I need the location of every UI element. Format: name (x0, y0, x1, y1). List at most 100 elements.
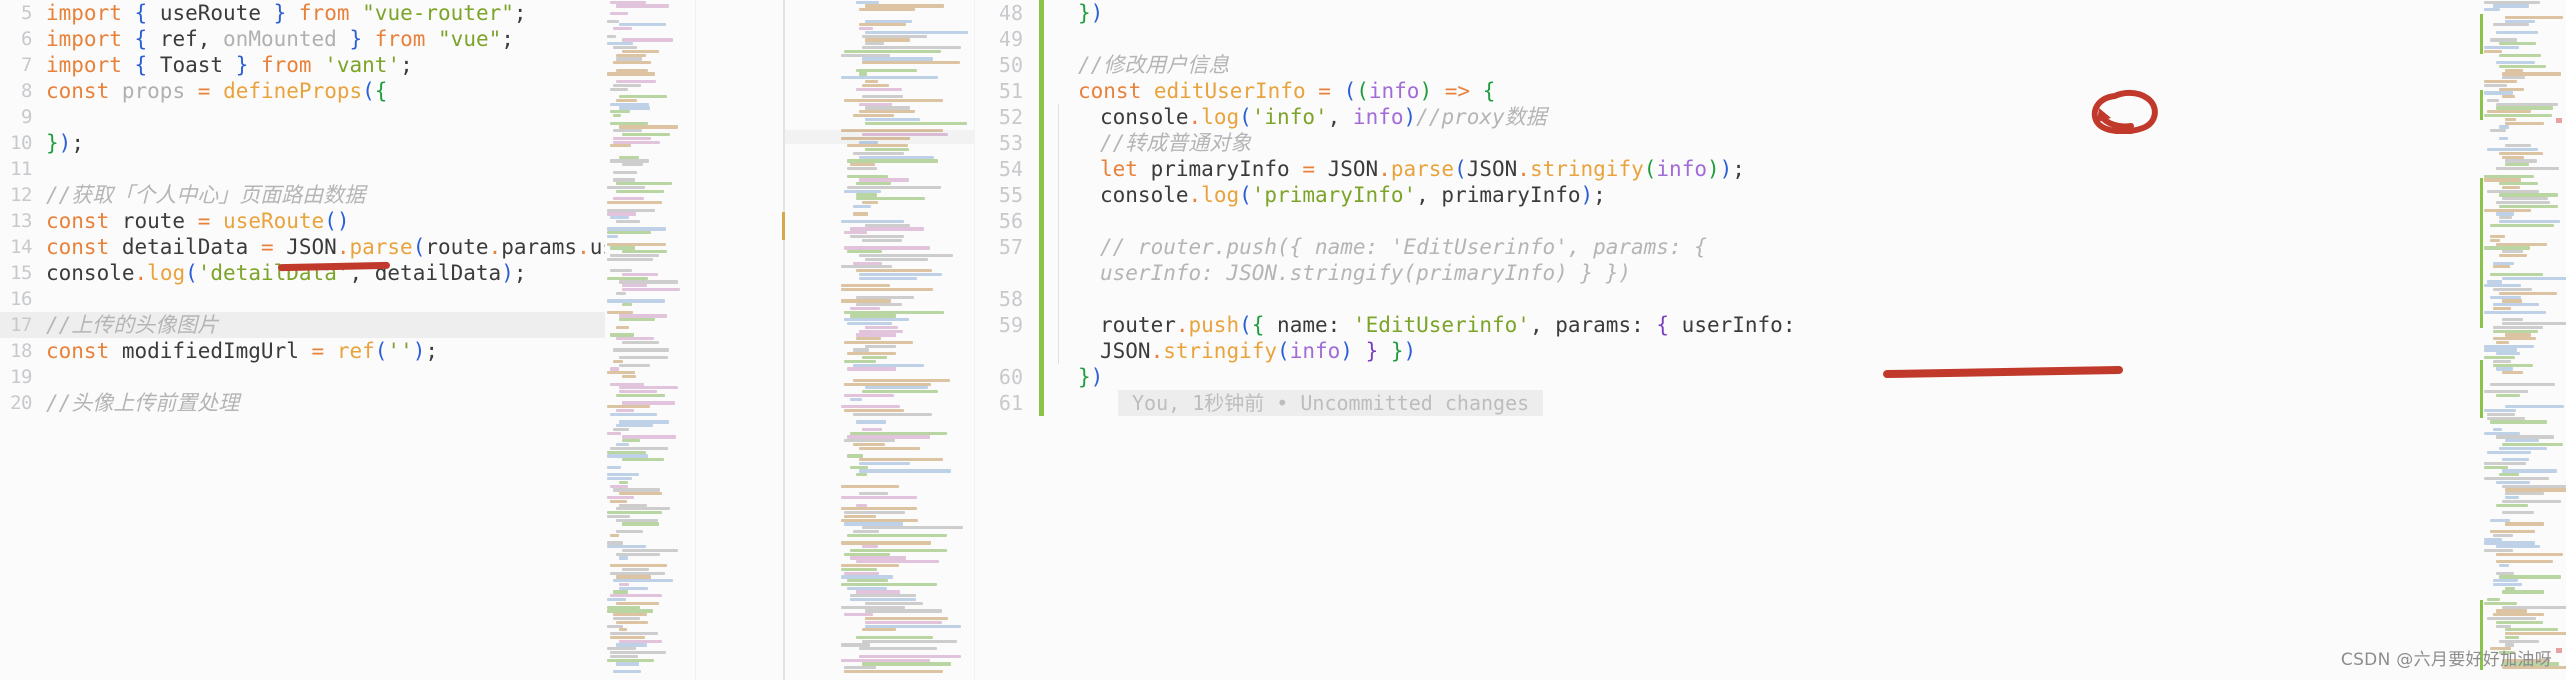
code-line[interactable]: 50 //修改用户信息 (975, 52, 2566, 78)
minimap-code-line (619, 106, 651, 110)
minimap-change-bar (2480, 90, 2483, 120)
minimap-code-line (2484, 8, 2501, 12)
code-line[interactable]: 51 const editUserInfo = ((info) => { (975, 78, 2566, 104)
minimap-code-line (607, 541, 623, 545)
minimap-code-line (850, 235, 905, 239)
minimap-code-line (607, 72, 656, 76)
minimap-code-line (2496, 61, 2536, 65)
minimap-code-line (613, 27, 632, 31)
minimap-code-line (607, 473, 639, 477)
minimap-code-line (2484, 541, 2536, 545)
center-minimap[interactable] (785, 0, 975, 680)
minimap-code-line (610, 382, 645, 386)
line-number: 9 (21, 106, 32, 128)
minimap-code-line (607, 477, 633, 481)
code-line[interactable]: 49 (975, 26, 2566, 52)
minimap-code-line (856, 303, 903, 307)
minimap-code-line (859, 253, 953, 258)
minimap-code-line (609, 265, 695, 268)
code-line[interactable]: 58 (975, 286, 2566, 312)
minimap-code-line (2499, 564, 2509, 568)
line-number: 52 (998, 105, 1023, 129)
minimap-code-line (619, 582, 629, 587)
minimap-code-line (609, 666, 695, 669)
code-text: console.log('info', info)//proxy数据 (1100, 105, 1547, 129)
minimap-code-line (2502, 299, 2522, 303)
right-editor-pane[interactable]: 48}) 49 50//修改用户信息 51 const editUserInfo = (… (785, 0, 2566, 680)
minimap-code-line (2499, 204, 2558, 208)
minimap-code-line (856, 295, 915, 299)
minimap-code-line (610, 333, 634, 337)
indent-guide (1044, 312, 1072, 338)
line-number: 56 (998, 209, 1023, 233)
left-editor-pane[interactable]: 5 import { useRoute } from "vue-router"; 6… (0, 0, 783, 680)
minimap-code-line (609, 16, 695, 19)
code-line[interactable]: 60}) (975, 364, 2566, 390)
minimap-code-line (859, 469, 951, 473)
minimap-code-line (2484, 375, 2566, 378)
minimap-code-line (2484, 178, 2522, 182)
minimap-code-line (847, 185, 942, 190)
code-line[interactable]: 55 console.log('primaryInfo', primaryInfo… (975, 182, 2566, 208)
code-line[interactable]: 52 console.log('info', info)//proxy数据 (975, 104, 2566, 130)
minimap-code-line (850, 163, 876, 167)
minimap-code-line (850, 397, 862, 401)
minimap-code-line (841, 495, 918, 500)
minimap-code-line (2505, 144, 2531, 148)
minimap-code-line (789, 65, 974, 68)
code-line[interactable]: 56 (975, 208, 2566, 234)
minimap-code-line (607, 208, 655, 212)
line-number: 54 (998, 157, 1023, 181)
minimap-code-line (859, 461, 910, 466)
minimap-code-line (850, 598, 917, 602)
code-line[interactable]: 54 let primaryInfo = JSON.parse(JSON.stri… (975, 156, 2566, 182)
minimap-code-line (841, 299, 892, 303)
code-line[interactable]: userInfo: JSON.stringify(primaryInfo) } … (975, 260, 2566, 286)
minimap-code-line (610, 650, 667, 655)
minimap-code-line (2499, 575, 2562, 579)
minimap-code-line (607, 454, 649, 458)
minimap-code-line (862, 390, 938, 394)
minimap-code-line (865, 257, 929, 261)
minimap-code-line (2490, 235, 2506, 239)
code-line[interactable]: 57 // router.push({ name: 'EditUserinfo',… (975, 234, 2566, 260)
code-line[interactable]: 48}) (975, 0, 2566, 26)
minimap-code-line (609, 8, 695, 11)
right-minimap[interactable] (2480, 0, 2566, 680)
minimap-code-line (609, 91, 695, 94)
indent-guide (1044, 104, 1072, 130)
minimap-code-line (2499, 64, 2547, 69)
indent-guide (1044, 260, 1072, 286)
left-minimap[interactable] (605, 0, 695, 680)
minimap-code-line (859, 102, 893, 106)
minimap-code-line (841, 53, 891, 57)
minimap-code-line (789, 375, 974, 378)
minimap-code-line (859, 458, 944, 462)
code-line[interactable]: 53 //转成普通对象 (975, 130, 2566, 156)
code-line[interactable]: JSON.stringify(info) } }) (975, 338, 2566, 364)
minimap-code-line (613, 579, 673, 583)
code-line[interactable]: 61 You, 1秒钟前 • Uncommitted changes (975, 390, 2566, 416)
minimap-viewport-slider[interactable] (785, 130, 974, 144)
minimap-code-line (2496, 212, 2514, 216)
minimap-code-line (847, 352, 897, 356)
minimap-code-line (2505, 68, 2524, 72)
minimap-code-line (789, 651, 974, 654)
minimap-code-line (610, 87, 628, 91)
minimap-code-line (610, 654, 638, 658)
line-number: 57 (998, 235, 1023, 259)
minimap-code-line (856, 473, 868, 477)
minimap-code-line (2499, 193, 2558, 197)
right-code-lines[interactable]: 48}) 49 50//修改用户信息 51 const editUserInfo = (… (975, 0, 2566, 680)
minimap-code-line (856, 333, 897, 337)
minimap-code-line (2484, 526, 2566, 529)
minimap-code-line (610, 446, 668, 450)
minimap-code-line (2493, 613, 2545, 617)
minimap-code-line (859, 155, 934, 159)
minimap-code-line (841, 575, 893, 579)
minimap-code-line (610, 533, 620, 537)
minimap-code-line (856, 68, 918, 72)
code-text: const modifiedImgUrl = ref(''); (46, 339, 439, 363)
minimap-code-line (607, 299, 665, 303)
code-line[interactable]: 59 router.push({ name: 'EditUserinfo', pa… (975, 312, 2566, 338)
